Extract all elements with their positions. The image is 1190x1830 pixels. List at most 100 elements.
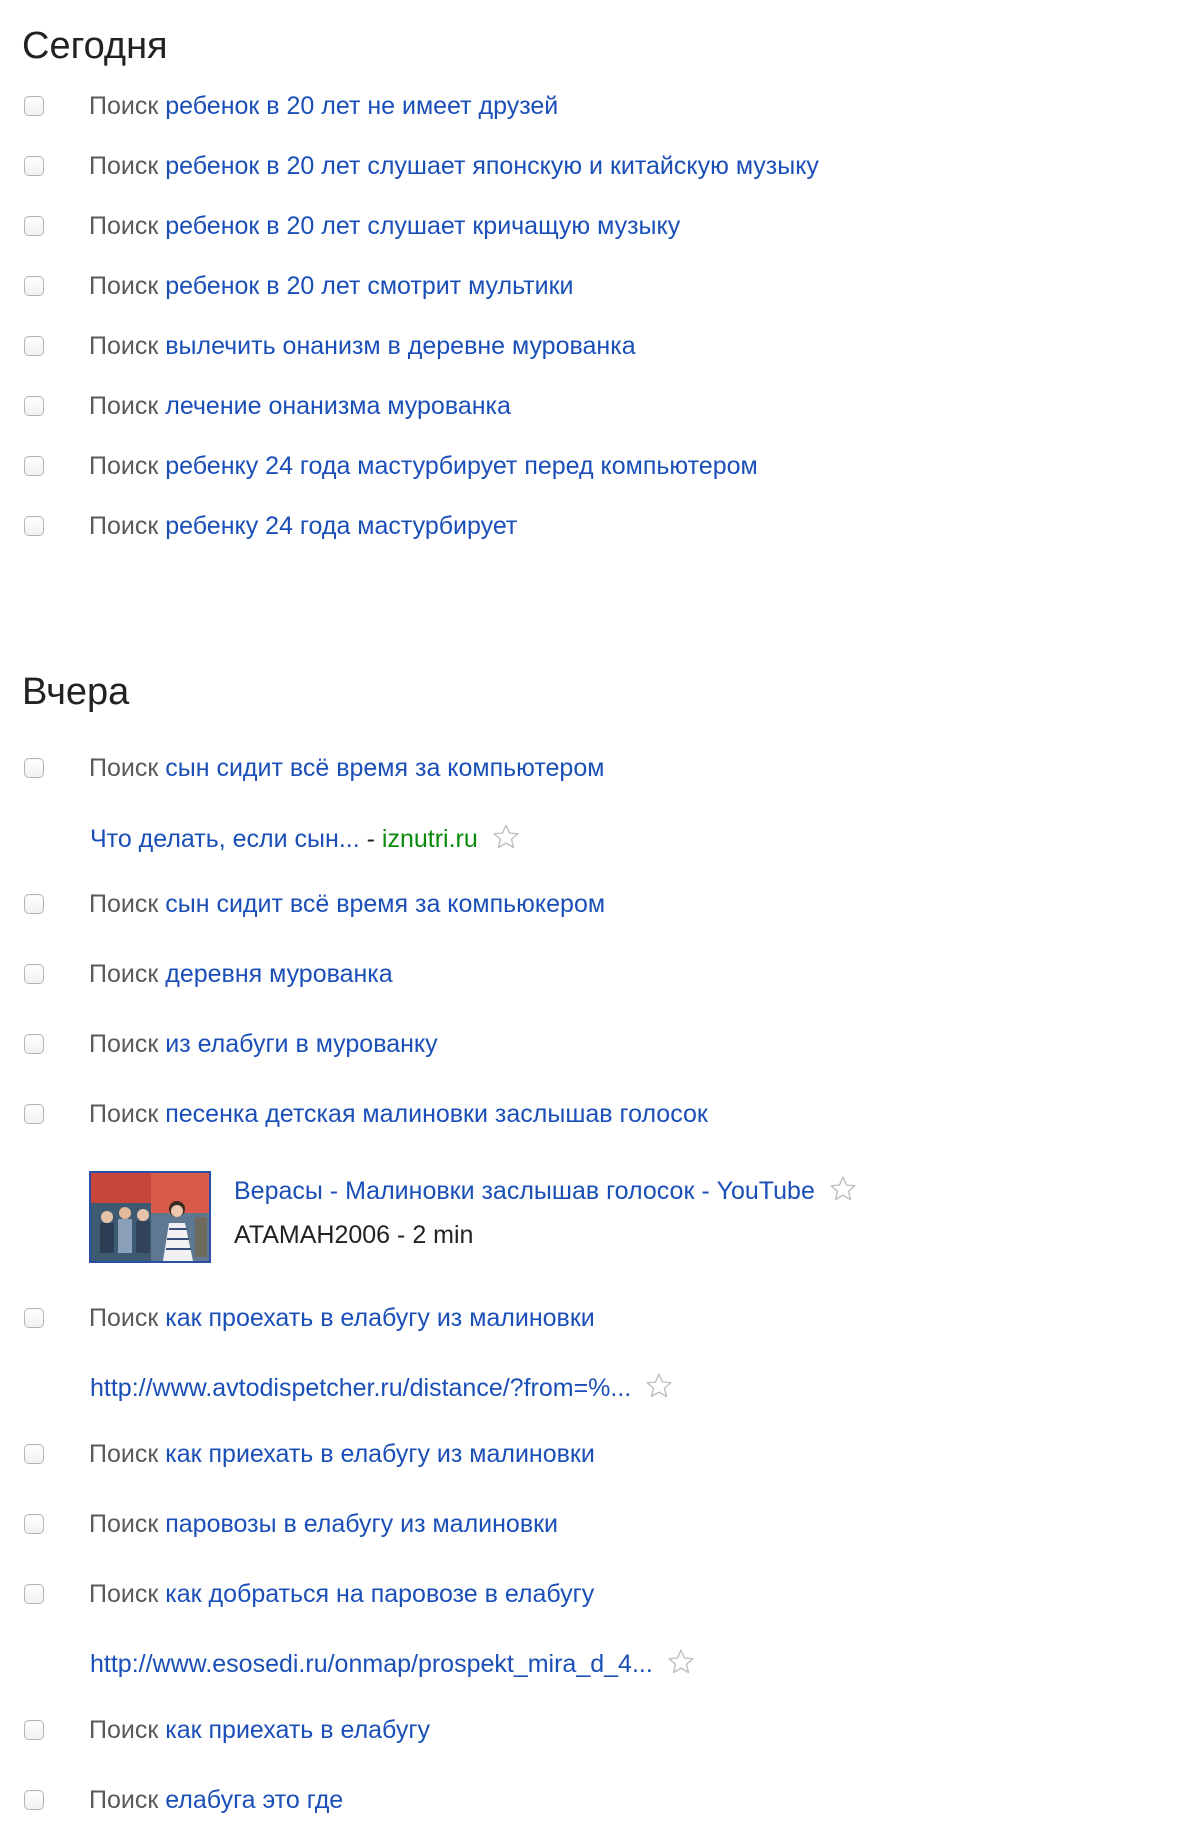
entry-text: Поиск вылечить онанизм в деревне мурован… (89, 327, 636, 365)
entry-query-link[interactable]: как проехать в елабугу из малиновки (165, 1304, 595, 1332)
entry-checkbox[interactable] (24, 1514, 44, 1534)
entry-text: Поиск деревня мурованка (89, 955, 393, 993)
video-thumbnail[interactable] (89, 1171, 211, 1263)
history-entry: Поиск песенка детская малиновки заслышав… (0, 1095, 1190, 1135)
result-title-link[interactable]: Что делать, если сын... (90, 825, 360, 853)
visited-result: Что делать, если сын... - iznutri.ru (90, 820, 521, 860)
entry-prefix: Поиск (89, 332, 159, 360)
entry-text: Поиск лечение онанизма мурованка (89, 387, 511, 425)
entry-text: Поиск как приехать в елабугу из малиновк… (89, 1435, 595, 1473)
entry-text: Поиск елабуга это где (89, 1781, 343, 1819)
entry-checkbox[interactable] (24, 1104, 44, 1124)
entry-prefix: Поиск (89, 1510, 159, 1538)
entry-text: Поиск ребенку 24 года мастурбирует (89, 507, 517, 545)
entry-text: Поиск как приехать в елабугу (89, 1711, 430, 1749)
entry-prefix: Поиск (89, 452, 159, 480)
entry-checkbox[interactable] (24, 516, 44, 536)
entry-query-link[interactable]: сын сидит всё время за компьютером (165, 754, 604, 782)
entry-checkbox[interactable] (24, 396, 44, 416)
entry-query-link[interactable]: паровозы в елабугу из малиновки (165, 1510, 558, 1538)
entry-checkbox[interactable] (24, 1034, 44, 1054)
video-channel: ATAMAH2006 (234, 1221, 391, 1249)
history-entry: Поиск из елабуги в мурованку (0, 1025, 1190, 1065)
visited-result: http://www.avtodispetcher.ru/distance/?f… (90, 1369, 674, 1409)
entry-checkbox[interactable] (24, 1308, 44, 1328)
entry-prefix: Поиск (89, 1716, 159, 1744)
entry-query-link[interactable]: вылечить онанизм в деревне мурованка (165, 332, 635, 360)
entry-prefix: Поиск (89, 272, 159, 300)
history-entry: Поиск ребенку 24 года мастурбирует (0, 507, 1190, 547)
entry-prefix: Поиск (89, 212, 159, 240)
history-entry: Поиск ребенок в 20 лет слушает кричащую … (0, 207, 1190, 247)
entry-query-link[interactable]: песенка детская малиновки заслышав голос… (165, 1100, 708, 1128)
entry-text: Поиск как проехать в елабугу из малиновк… (89, 1299, 595, 1337)
history-entry: Поиск ребенок в 20 лет смотрит мультики (0, 267, 1190, 307)
entry-checkbox[interactable] (24, 456, 44, 476)
history-entry: Поиск ребенок в 20 лет не имеет друзей (0, 87, 1190, 127)
entry-prefix: Поиск (89, 392, 159, 420)
entry-query-link[interactable]: сын сидит всё время за компьюкером (165, 890, 605, 918)
entry-checkbox[interactable] (24, 964, 44, 984)
video-title-line: Верасы - Малиновки заслышав голосок - Yo… (234, 1171, 858, 1211)
history-entry: Поиск как проехать в елабугу из малиновк… (0, 1299, 1190, 1339)
entry-checkbox[interactable] (24, 96, 44, 116)
visited-result: http://www.esosedi.ru/onmap/prospekt_mir… (90, 1645, 696, 1685)
entry-text: Поиск как добраться на паровозе в елабуг… (89, 1575, 594, 1613)
entry-prefix: Поиск (89, 1100, 159, 1128)
star-icon[interactable] (666, 1647, 696, 1677)
entry-checkbox[interactable] (24, 216, 44, 236)
history-entry: Поиск елабуга это где (0, 1781, 1190, 1821)
entry-checkbox[interactable] (24, 336, 44, 356)
entry-query-link[interactable]: из елабуги в мурованку (165, 1030, 437, 1058)
entry-query-link[interactable]: как приехать в елабугу (165, 1716, 430, 1744)
video-thumbnail-image (91, 1173, 209, 1261)
section-title-yesterday: Вчера (22, 671, 130, 713)
entry-prefix: Поиск (89, 92, 159, 120)
result-url-link[interactable]: http://www.esosedi.ru/onmap/prospekt_mir… (90, 1650, 653, 1678)
entry-query-link[interactable]: ребенку 24 года мастурбирует перед компь… (165, 452, 757, 480)
entry-query-link[interactable]: ребенок в 20 лет слушает кричащую музыку (165, 212, 680, 240)
entry-checkbox[interactable] (24, 1720, 44, 1740)
entry-query-link[interactable]: лечение онанизма мурованка (165, 392, 511, 420)
entry-text: Поиск сын сидит всё время за компьютером (89, 749, 604, 787)
entry-query-link[interactable]: как добраться на паровозе в елабугу (165, 1580, 594, 1608)
entry-text: Поиск сын сидит всё время за компьюкером (89, 885, 605, 923)
entry-checkbox[interactable] (24, 1584, 44, 1604)
star-icon[interactable] (828, 1174, 858, 1204)
history-entry: Поиск как добраться на паровозе в елабуг… (0, 1575, 1190, 1615)
video-title-link[interactable]: Верасы - Малиновки заслышав голосок - Yo… (234, 1177, 815, 1205)
entry-checkbox[interactable] (24, 758, 44, 778)
entry-query-link[interactable]: как приехать в елабугу из малиновки (165, 1440, 595, 1468)
history-entry: Поиск деревня мурованка (0, 955, 1190, 995)
entry-prefix: Поиск (89, 1304, 159, 1332)
entry-prefix: Поиск (89, 1786, 159, 1814)
entry-checkbox[interactable] (24, 1444, 44, 1464)
entry-checkbox[interactable] (24, 276, 44, 296)
entry-checkbox[interactable] (24, 156, 44, 176)
video-meta-separator: - (397, 1221, 406, 1249)
video-duration: 2 min (412, 1221, 474, 1249)
entry-query-link[interactable]: ребенок в 20 лет смотрит мультики (165, 272, 573, 300)
entry-query-link[interactable]: ребенок в 20 лет не имеет друзей (165, 92, 558, 120)
entry-query-link[interactable]: ребенок в 20 лет слушает японскую и кита… (165, 152, 819, 180)
star-icon[interactable] (491, 822, 521, 852)
entry-query-link[interactable]: ребенку 24 года мастурбирует (165, 512, 517, 540)
star-icon[interactable] (644, 1371, 674, 1401)
entry-checkbox[interactable] (24, 894, 44, 914)
result-separator: - (366, 825, 375, 853)
video-meta: ATAMAH2006 - 2 min (234, 1215, 473, 1255)
history-entry: Поиск ребенку 24 года мастурбирует перед… (0, 447, 1190, 487)
history-entry: Поиск вылечить онанизм в деревне мурован… (0, 327, 1190, 367)
entry-text: Поиск ребенок в 20 лет не имеет друзей (89, 87, 558, 125)
entry-prefix: Поиск (89, 512, 159, 540)
result-domain-link[interactable]: iznutri.ru (382, 825, 478, 853)
history-entry: Поиск лечение онанизма мурованка (0, 387, 1190, 427)
entry-prefix: Поиск (89, 152, 159, 180)
entry-prefix: Поиск (89, 1440, 159, 1468)
entry-query-link[interactable]: елабуга это где (165, 1786, 343, 1814)
history-entry: Поиск ребенок в 20 лет слушает японскую … (0, 147, 1190, 187)
entry-checkbox[interactable] (24, 1790, 44, 1810)
entry-prefix: Поиск (89, 1030, 159, 1058)
result-url-link[interactable]: http://www.avtodispetcher.ru/distance/?f… (90, 1374, 631, 1402)
entry-query-link[interactable]: деревня мурованка (165, 960, 392, 988)
